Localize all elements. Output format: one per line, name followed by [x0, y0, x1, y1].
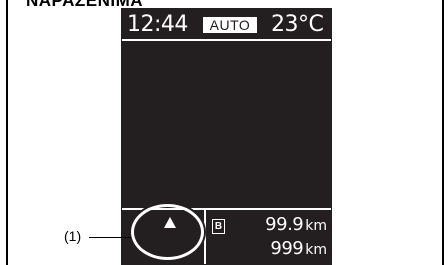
callout-label: (1)	[64, 228, 82, 244]
status-bar-divider	[122, 39, 331, 41]
clock-time: 12:44	[127, 12, 188, 37]
callout-ellipse	[131, 204, 204, 260]
callout-leader-line	[89, 237, 131, 238]
outside-temperature: 23°C	[271, 12, 324, 37]
range-row: 999 km	[270, 238, 327, 261]
frame-border-left	[6, 0, 8, 265]
trip-distance-row: 99.9 km	[265, 214, 327, 237]
manual-illustration: NAPAZENIMA 12:44 AUTO 23°C B 99.9 km 999 k…	[0, 0, 448, 265]
trip-b-badge: B	[212, 219, 225, 234]
trip-distance-value: 99.9	[265, 214, 304, 235]
frame-border-right	[442, 0, 444, 265]
range-value: 999	[270, 238, 304, 259]
climate-mode-badge: AUTO	[203, 17, 257, 33]
trip-distance-unit: km	[305, 218, 327, 234]
range-unit: km	[305, 242, 327, 258]
